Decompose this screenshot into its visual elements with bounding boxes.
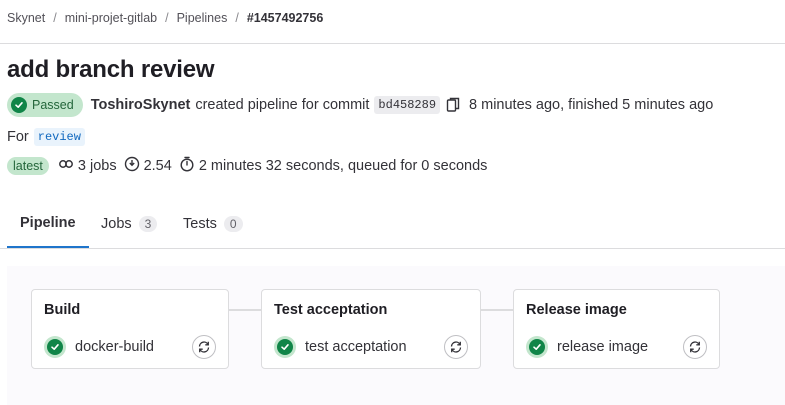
branch-link[interactable]: review [33, 128, 85, 146]
stage-release-image: Release image release image [513, 289, 720, 369]
breadcrumb-current[interactable]: #1457492756 [247, 11, 323, 25]
retry-icon[interactable] [683, 335, 707, 359]
job-name: docker-build [75, 339, 154, 355]
job-release-image[interactable]: release image [526, 334, 707, 360]
success-icon [274, 336, 296, 358]
pipeline-timing: 8 minutes ago, finished 5 minutes ago [469, 97, 714, 113]
copy-icon[interactable] [446, 97, 460, 113]
status-label: Passed [32, 98, 74, 112]
stage-title: Test acceptation [274, 302, 388, 318]
stage-connector [480, 309, 514, 311]
tab-pipeline[interactable]: Pipeline [7, 200, 89, 248]
info-clock-icon [124, 156, 140, 176]
breadcrumb: Skynet / mini-projet-gitlab / Pipelines … [7, 11, 323, 25]
stage-title: Release image [526, 302, 627, 318]
tab-jobs[interactable]: Jobs 3 [88, 200, 170, 247]
breadcrumb-item-project[interactable]: mini-projet-gitlab [65, 11, 157, 25]
user-link[interactable]: ToshiroSkynet [91, 97, 191, 113]
status-badge[interactable]: Passed [7, 93, 83, 117]
breadcrumb-separator: / [165, 11, 169, 25]
pipeline-duration: 2 minutes 32 seconds, queued for 0 secon… [179, 156, 488, 176]
ref-prefix: For [7, 129, 29, 145]
tab-tests-count: 0 [223, 215, 243, 232]
success-icon [44, 336, 66, 358]
job-name: release image [557, 339, 649, 355]
header-divider [0, 43, 785, 44]
stage-connector [228, 309, 262, 311]
pipeline-header-row: Passed ToshiroSkynet created pipeline fo… [7, 93, 713, 117]
breadcrumb-item-pipelines[interactable]: Pipelines [177, 11, 228, 25]
tab-tests[interactable]: Tests 0 [170, 200, 256, 247]
tab-jobs-label: Jobs [101, 215, 132, 232]
stage-build: Build docker-build [31, 289, 229, 369]
pipeline-tabs: Pipeline Jobs 3 Tests 0 [0, 200, 785, 249]
breadcrumb-separator: / [53, 11, 57, 25]
tab-jobs-count: 3 [138, 215, 158, 232]
tab-tests-label: Tests [183, 215, 217, 232]
success-icon [526, 336, 548, 358]
pipeline-link-icon [58, 156, 74, 176]
latest-badge: latest [7, 157, 49, 175]
job-test-acceptation[interactable]: test acceptation [274, 334, 468, 360]
retry-icon[interactable] [444, 335, 468, 359]
stopwatch-icon [179, 156, 195, 176]
created-text: created pipeline for commit [195, 97, 370, 113]
job-docker-build[interactable]: docker-build [44, 334, 216, 360]
compute-minutes: 2.54 [124, 156, 172, 176]
retry-icon[interactable] [192, 335, 216, 359]
job-name: test acceptation [305, 339, 407, 355]
pipeline-duration-label: 2 minutes 32 seconds, queued for 0 secon… [198, 158, 488, 174]
tab-pipeline-label: Pipeline [20, 215, 76, 231]
compute-minutes-label: 2.54 [143, 158, 172, 174]
stage-test-acceptation: Test acceptation test acceptation [261, 289, 481, 369]
stage-title: Build [44, 302, 81, 318]
breadcrumb-item-group[interactable]: Skynet [7, 11, 45, 25]
page-title: add branch review [7, 56, 215, 83]
commit-sha[interactable]: bd458289 [374, 96, 441, 114]
jobs-count-label: 3 jobs [77, 158, 117, 174]
breadcrumb-separator: / [235, 11, 239, 25]
pipeline-ref-row: For review [7, 128, 85, 146]
jobs-count: 3 jobs [58, 156, 117, 176]
pipeline-summary-row: latest 3 jobs 2.54 2 minutes 32 seconds,… [7, 156, 494, 176]
check-circle-icon [11, 97, 27, 113]
